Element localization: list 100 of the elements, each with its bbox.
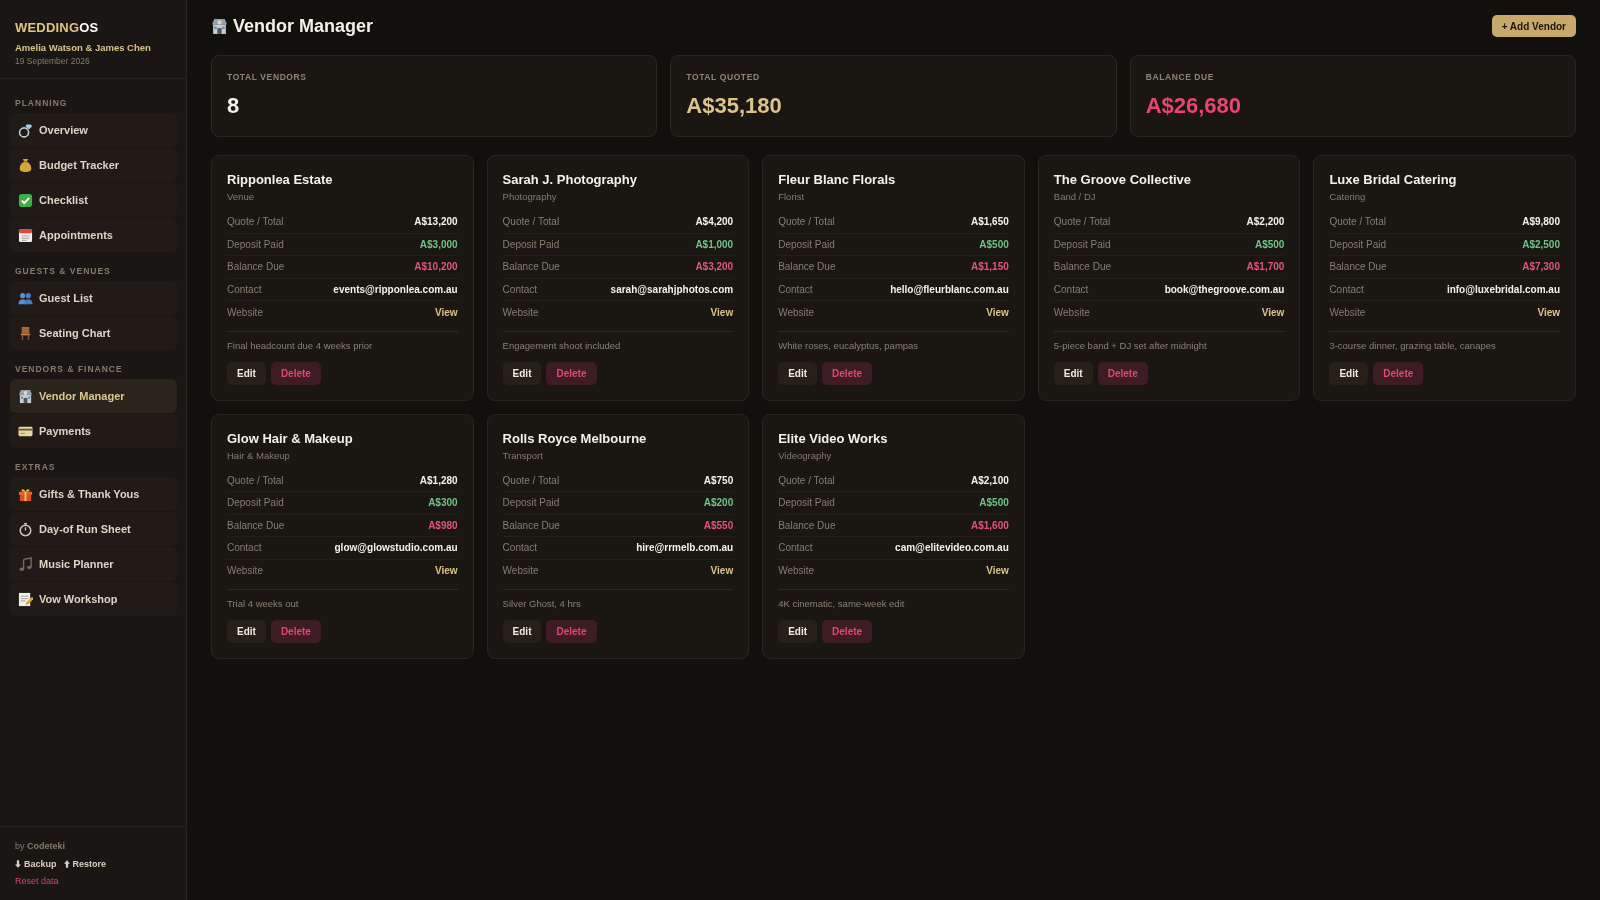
delete-button[interactable]: Delete: [546, 620, 597, 643]
balance-amount: A$10,200: [414, 261, 458, 273]
field-label: Contact: [502, 283, 538, 295]
balance-amount: A$1,150: [971, 261, 1009, 273]
contact-email: sarah@sarahjphotos.com: [610, 283, 734, 295]
vendor-note: 4K cinematic, same-week edit: [778, 598, 905, 610]
delete-button[interactable]: Delete: [1373, 361, 1424, 385]
money-bag-icon: [18, 157, 33, 173]
edit-button[interactable]: Edit: [227, 361, 266, 385]
down-arrow-icon: [15, 860, 21, 868]
edit-button[interactable]: Edit: [1329, 361, 1369, 385]
vendor-name: Rolls Royce Melbourne: [502, 429, 647, 448]
website-link[interactable]: View: [986, 565, 1009, 577]
delete-button[interactable]: Delete: [270, 620, 321, 643]
website-link[interactable]: View: [986, 306, 1009, 318]
sidebar-item[interactable]: Music Planner: [10, 547, 177, 581]
field-label: Contact: [1329, 283, 1364, 295]
footer-link[interactable]: Restore: [63, 858, 107, 870]
website-link[interactable]: View: [435, 565, 458, 577]
sidebar-item[interactable]: Overview: [10, 113, 177, 147]
delete-button[interactable]: Delete: [822, 361, 873, 385]
edit-button[interactable]: Edit: [227, 620, 266, 643]
paid-amount: A$2,500: [1522, 238, 1560, 250]
gift-icon: [18, 486, 33, 502]
balance-amount: A$7,300: [1522, 261, 1560, 273]
edit-button[interactable]: Edit: [502, 620, 542, 643]
credit-text: by Codeteki: [15, 840, 66, 852]
delete-button[interactable]: Delete: [822, 620, 873, 643]
balance-amount: A$3,200: [695, 261, 734, 273]
vendor-category: Videography: [778, 448, 832, 462]
paid-amount: A$3,000: [419, 238, 458, 250]
field-label: Quote / Total: [1329, 216, 1386, 228]
field-label: Contact: [227, 542, 262, 554]
website-link[interactable]: View: [710, 565, 734, 577]
stat-value: 8: [227, 93, 240, 119]
quote-amount: A$13,200: [414, 216, 458, 228]
website-link[interactable]: View: [1537, 306, 1560, 318]
delete-button[interactable]: Delete: [546, 361, 597, 385]
vendor-note: Final headcount due 4 weeks prior: [227, 339, 373, 352]
vendor-category: Venue: [227, 190, 254, 203]
storefront-icon: [18, 388, 33, 404]
add-vendor-button[interactable]: + Add Vendor: [1491, 15, 1576, 37]
field-label: Deposit Paid: [502, 497, 560, 509]
stopwatch-icon: [18, 521, 33, 537]
sidebar-item[interactable]: Checklist: [10, 183, 177, 217]
vendor-name: Fleur Blanc Florals: [778, 171, 896, 189]
paid-amount: A$500: [979, 238, 1009, 250]
field-label: Balance Due: [778, 519, 836, 531]
balance-amount: A$1,600: [971, 519, 1009, 531]
field-label: Quote / Total: [502, 216, 560, 228]
sidebar-item[interactable]: Seating Chart: [10, 316, 177, 350]
website-link[interactable]: View: [1261, 306, 1285, 318]
sidebar-item[interactable]: Vendor Manager: [10, 379, 177, 413]
paid-amount: A$300: [428, 497, 458, 509]
vendor-category: Band / DJ: [1053, 190, 1096, 203]
footer-link[interactable]: Backup: [15, 858, 57, 870]
vendor-note: 3-course dinner, grazing table, canapes: [1329, 339, 1496, 352]
edit-button[interactable]: Edit: [778, 361, 818, 385]
vendor-name: Sarah J. Photography: [502, 171, 637, 189]
vendor-note: White roses, eucalyptus, pampas: [778, 339, 919, 352]
sidebar-item[interactable]: Day-of Run Sheet: [10, 512, 177, 546]
field-label: Balance Due: [1329, 261, 1387, 273]
field-label: Balance Due: [778, 261, 836, 273]
edit-button[interactable]: Edit: [502, 361, 542, 385]
storefront-icon: [211, 17, 228, 35]
field-label: Website: [227, 306, 263, 318]
field-label: Website: [1329, 306, 1366, 318]
delete-button[interactable]: Delete: [1097, 361, 1148, 385]
website-link[interactable]: View: [435, 306, 458, 318]
field-label: Balance Due: [227, 261, 285, 273]
vendor-name: The Groove Collective: [1053, 171, 1192, 189]
contact-email: glow@glowstudio.com.au: [334, 542, 458, 554]
contact-email: book@thegroove.com.au: [1164, 283, 1285, 295]
app-logo: WEDDINGOS: [15, 20, 99, 36]
sidebar-item[interactable]: Gifts & Thank Yous: [10, 477, 177, 511]
vendor-name: Ripponlea Estate: [227, 171, 333, 189]
nav-section-title: PLANNING: [14, 97, 69, 110]
page-title: Vendor Manager: [233, 15, 374, 37]
sidebar-item[interactable]: Guest List: [10, 281, 177, 315]
sidebar-item[interactable]: Payments: [10, 414, 177, 448]
field-label: Quote / Total: [502, 474, 560, 486]
sidebar-item[interactable]: Appointments: [10, 218, 177, 252]
field-label: Website: [778, 565, 815, 577]
contact-email: events@ripponlea.com.au: [333, 283, 458, 295]
edit-button[interactable]: Edit: [1053, 361, 1093, 385]
reset-link[interactable]: Reset data: [15, 875, 59, 887]
sidebar-item[interactable]: Budget Tracker: [10, 148, 177, 182]
vendor-note: Engagement shoot included: [502, 339, 621, 352]
vendor-category: Florist: [778, 190, 805, 203]
field-label: Deposit Paid: [1053, 238, 1111, 250]
field-label: Website: [227, 565, 263, 577]
website-link[interactable]: View: [710, 306, 734, 318]
contact-email: cam@elitevideo.com.au: [895, 542, 1009, 554]
sidebar-item[interactable]: Vow Workshop: [10, 582, 177, 616]
edit-button[interactable]: Edit: [778, 620, 818, 643]
delete-button[interactable]: Delete: [270, 361, 321, 385]
field-label: Deposit Paid: [778, 497, 835, 509]
vendor-note: Silver Ghost, 4 hrs: [502, 598, 581, 610]
stat-label: TOTAL QUOTED: [686, 72, 760, 83]
notepad-icon: [18, 591, 33, 607]
